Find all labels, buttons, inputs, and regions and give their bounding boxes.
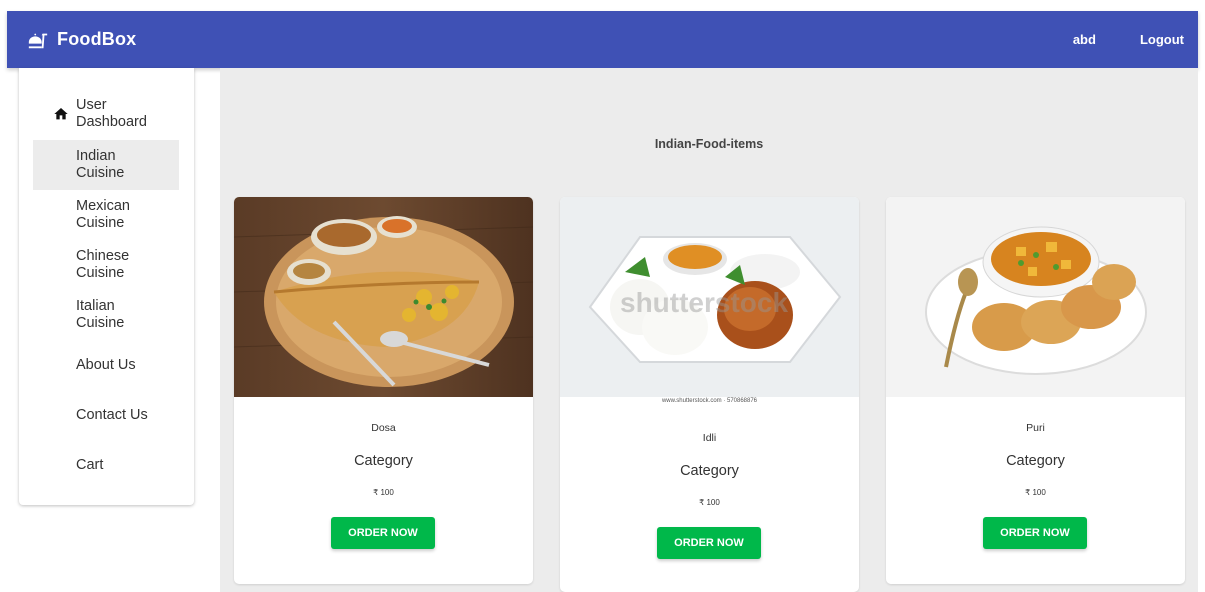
watermark: shutterstock	[620, 287, 789, 318]
food-image: shutterstock	[560, 197, 859, 397]
sidebar-item-label: Italian Cuisine	[76, 298, 125, 331]
main-content: Indian-Food-items Dosa Category ₹ 100 OR…	[220, 68, 1198, 592]
sidebar-item-contact-us[interactable]: Contact Us	[33, 407, 179, 427]
home-icon	[54, 108, 68, 120]
food-category: Category	[680, 463, 739, 479]
sidebar-item-label: Chinese Cuisine	[76, 248, 130, 281]
appbar-right: abd Logout	[1073, 32, 1198, 47]
sidebar-item-label: User Dashboard	[76, 97, 147, 130]
sidebar-item-about-us[interactable]: About Us	[33, 357, 179, 377]
food-price: ₹ 100	[699, 498, 720, 507]
sidebar-item-chinese-cuisine[interactable]: Chinese Cuisine	[33, 248, 179, 284]
food-card-puri: Puri Category ₹ 100 ORDER NOW	[886, 197, 1185, 584]
logout-button[interactable]: Logout	[1140, 32, 1184, 47]
sidebar-item-mexican-cuisine[interactable]: Mexican Cuisine	[33, 198, 179, 234]
page-title: Indian-Food-items	[654, 137, 764, 151]
username-label: abd	[1072, 32, 1096, 47]
food-price: ₹ 100	[1025, 488, 1046, 497]
food-card-dosa: Dosa Category ₹ 100 ORDER NOW	[234, 197, 533, 584]
sidebar-item-user-dashboard[interactable]: User Dashboard	[33, 97, 179, 133]
sidebar-item-cart[interactable]: Cart	[33, 457, 179, 477]
food-price: ₹ 100	[373, 488, 394, 497]
order-now-button[interactable]: ORDER NOW	[657, 527, 761, 559]
image-caption: www.shutterstock.com · 570868876	[661, 398, 758, 404]
order-now-button[interactable]: ORDER NOW	[331, 517, 435, 549]
sidebar-item-italian-cuisine[interactable]: Italian Cuisine	[33, 298, 179, 334]
food-image	[886, 197, 1185, 397]
sidebar-item-label: Indian Cuisine	[76, 148, 125, 181]
app-bar: FoodBox abd Logout	[7, 11, 1198, 68]
brand[interactable]: FoodBox	[27, 29, 136, 51]
sidebar-item-label: Cart	[76, 457, 104, 473]
food-category: Category	[1006, 453, 1065, 469]
food-category: Category	[354, 453, 413, 469]
food-name: Idli	[702, 432, 717, 444]
food-card-idli: shutterstock www.shutterstock.com · 5708…	[560, 197, 859, 592]
fastfood-icon	[28, 33, 48, 48]
sidebar-item-label: Contact Us	[76, 407, 148, 423]
brand-name: FoodBox	[57, 29, 137, 49]
food-image	[234, 197, 533, 397]
food-name: Puri	[1026, 422, 1045, 434]
sidebar: User Dashboard Indian Cuisine Mexican Cu…	[19, 68, 194, 505]
food-name: Dosa	[371, 422, 396, 434]
sidebar-item-label: Mexican Cuisine	[76, 198, 130, 231]
sidebar-item-label: About Us	[76, 357, 136, 373]
page: FoodBox abd Logout User Dashboard Indian…	[0, 0, 1205, 592]
sidebar-item-indian-cuisine[interactable]: Indian Cuisine	[33, 140, 179, 190]
order-now-button[interactable]: ORDER NOW	[983, 517, 1087, 549]
